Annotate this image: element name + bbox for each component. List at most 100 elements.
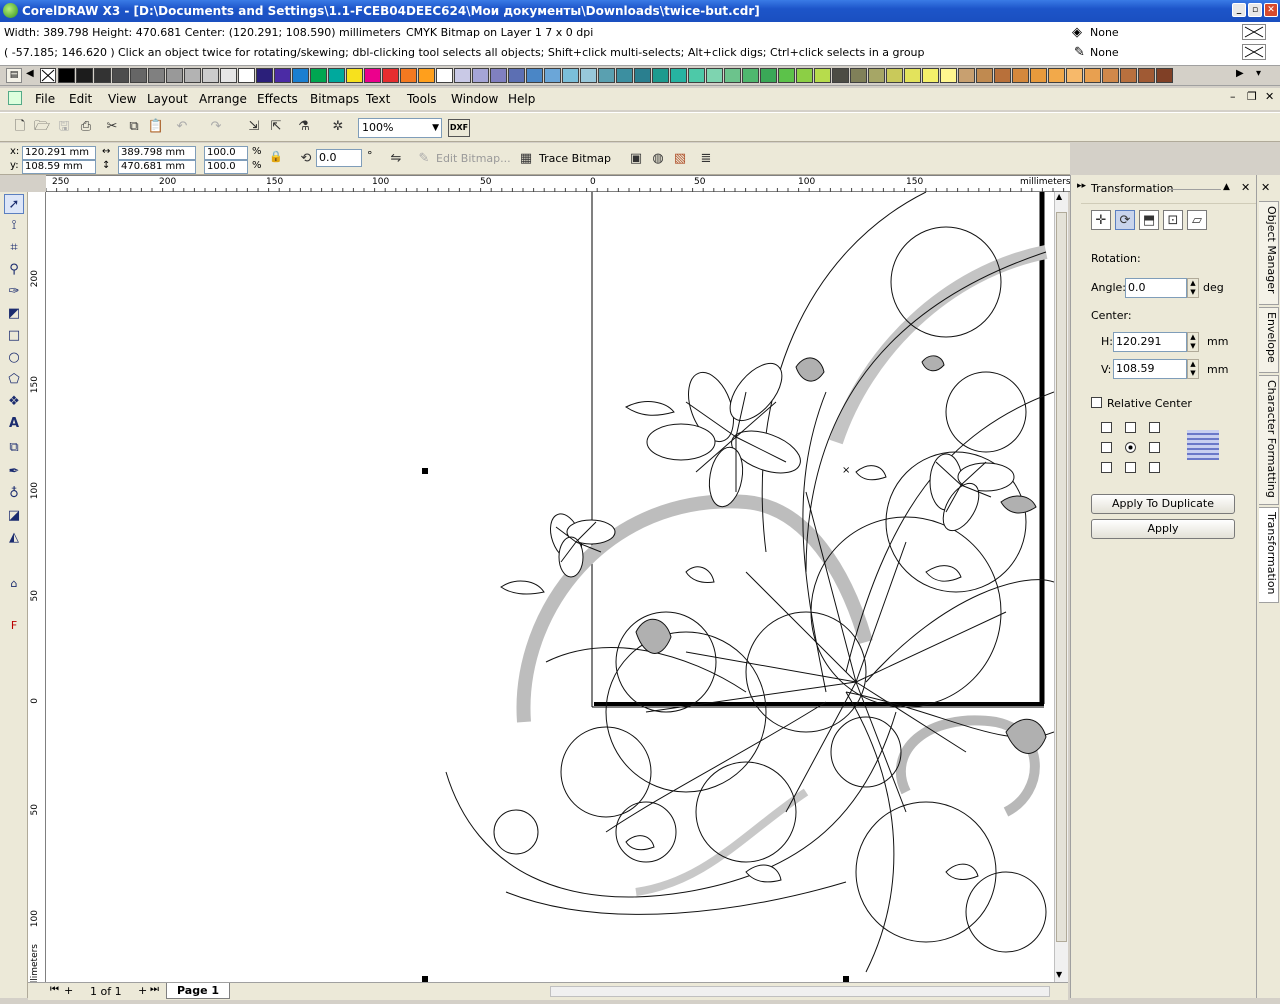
anchor-middle-right[interactable]: [1149, 442, 1160, 453]
trace-bitmap-button[interactable]: Trace Bitmap: [539, 152, 611, 165]
crop-tool-icon[interactable]: ⌗: [4, 238, 24, 258]
add-page-after-icon[interactable]: +: [138, 984, 147, 997]
menu-help[interactable]: Help: [508, 92, 535, 106]
palette-swatch[interactable]: [130, 68, 147, 83]
palette-swatch[interactable]: [1138, 68, 1155, 83]
palette-swatch[interactable]: [328, 68, 345, 83]
palette-swatch[interactable]: [598, 68, 615, 83]
crop-bitmap-icon[interactable]: ▣: [626, 149, 646, 169]
anchor-top-left[interactable]: [1101, 422, 1112, 433]
palette-swatch[interactable]: [238, 68, 255, 83]
palette-swatch[interactable]: [832, 68, 849, 83]
palette-scroll-left-icon[interactable]: ◀: [26, 68, 34, 79]
scale-x-input[interactable]: 100.0: [204, 146, 248, 160]
anchor-bottom-left[interactable]: [1101, 462, 1112, 473]
docker-collapse-icon[interactable]: ▲: [1223, 182, 1230, 192]
palette-swatch[interactable]: [526, 68, 543, 83]
horizontal-scrollbar[interactable]: [550, 986, 1050, 997]
palette-swatch[interactable]: [202, 68, 219, 83]
interactive-fill-tool-icon[interactable]: ◭: [4, 528, 24, 548]
doc-minimize-button[interactable]: –: [1230, 90, 1236, 103]
palette-swatch[interactable]: [562, 68, 579, 83]
palette-swatch[interactable]: [1066, 68, 1083, 83]
palette-swatch[interactable]: [454, 68, 471, 83]
polygon-tool-icon[interactable]: ⬠: [4, 370, 24, 390]
menu-text[interactable]: Text: [366, 92, 390, 106]
palette-expand-icon[interactable]: ▾: [1256, 68, 1261, 79]
text-tool-icon[interactable]: A: [4, 414, 24, 434]
minimize-button[interactable]: _: [1232, 3, 1246, 17]
center-v-spinner[interactable]: ▲ ▼: [1187, 359, 1199, 379]
palette-swatch[interactable]: [472, 68, 489, 83]
palette-swatch[interactable]: [166, 68, 183, 83]
paste-icon[interactable]: 📋: [146, 117, 166, 137]
menu-edit[interactable]: Edit: [69, 92, 92, 106]
zoom-tool-icon[interactable]: ⚲: [4, 260, 24, 280]
palette-swatch[interactable]: [724, 68, 741, 83]
palette-swatch[interactable]: [634, 68, 651, 83]
palette-swatch[interactable]: [544, 68, 561, 83]
fill-none-swatch[interactable]: [1242, 24, 1266, 40]
page-tab[interactable]: Page 1: [166, 983, 231, 999]
tab-envelope[interactable]: Envelope: [1259, 307, 1279, 373]
docker-arrow-icon[interactable]: ▸▸: [1077, 181, 1086, 191]
menu-window[interactable]: Window: [451, 92, 498, 106]
docker-tabs-close-button[interactable]: ✕: [1261, 181, 1270, 194]
vertical-scroll-thumb[interactable]: [1056, 212, 1067, 942]
fill-tool-icon[interactable]: ◪: [4, 506, 24, 526]
palette-swatch[interactable]: [310, 68, 327, 83]
palette-swatch[interactable]: [760, 68, 777, 83]
palette-swatch[interactable]: [814, 68, 831, 83]
menu-file[interactable]: File: [35, 92, 55, 106]
palette-swatch[interactable]: [742, 68, 759, 83]
tab-transformation[interactable]: Transformation: [1259, 507, 1279, 603]
fill-status[interactable]: None: [1090, 26, 1119, 39]
apply-to-duplicate-button[interactable]: Apply To Duplicate: [1091, 494, 1235, 514]
lock-ratio-icon[interactable]: 🔒: [266, 147, 286, 167]
palette-swatch[interactable]: [76, 68, 93, 83]
angle-spinner[interactable]: ▲ ▼: [1187, 278, 1199, 298]
import-icon[interactable]: ⇲: [244, 117, 264, 137]
export-icon[interactable]: ⇱: [266, 117, 286, 137]
palette-swatch[interactable]: [364, 68, 381, 83]
palette-swatch[interactable]: [940, 68, 957, 83]
palette-swatch[interactable]: [688, 68, 705, 83]
undo-icon[interactable]: ↶: [172, 117, 192, 137]
palette-swatch[interactable]: [1120, 68, 1137, 83]
anchor-middle-left[interactable]: [1101, 442, 1112, 453]
palette-swatch[interactable]: [418, 68, 435, 83]
palette-swatch[interactable]: [382, 68, 399, 83]
no-color-swatch[interactable]: [40, 68, 56, 83]
palette-swatch[interactable]: [652, 68, 669, 83]
scale-tab-icon[interactable]: ⬒: [1139, 210, 1159, 230]
center-h-input[interactable]: 120.291: [1113, 332, 1187, 352]
selection-handle[interactable]: [422, 468, 428, 474]
menu-arrange[interactable]: Arrange: [199, 92, 247, 106]
palette-swatch[interactable]: [94, 68, 111, 83]
outline-none-swatch[interactable]: [1242, 44, 1266, 60]
palette-swatch[interactable]: [1048, 68, 1065, 83]
corel-online-icon[interactable]: ✲: [328, 117, 348, 137]
object-x-input[interactable]: 120.291 mm: [22, 146, 96, 160]
tab-character-formatting[interactable]: Character Formatting: [1259, 375, 1279, 505]
palette-menu-icon[interactable]: ▤: [6, 68, 22, 83]
anchor-bottom-center[interactable]: [1125, 462, 1136, 473]
palette-swatch[interactable]: [400, 68, 417, 83]
palette-swatch[interactable]: [778, 68, 795, 83]
copy-icon[interactable]: ⧉: [124, 117, 144, 137]
resample-icon[interactable]: ◍: [648, 149, 668, 169]
print-icon[interactable]: ⎙: [76, 117, 96, 137]
freehand-tool-icon[interactable]: ✑: [4, 282, 24, 302]
palette-swatch[interactable]: [112, 68, 129, 83]
palette-swatch[interactable]: [292, 68, 309, 83]
scroll-up-icon[interactable]: ▲: [1056, 192, 1062, 201]
floral-bitmap[interactable]: ×: [46, 192, 1054, 982]
close-button[interactable]: ✕: [1264, 3, 1278, 17]
outline-tool-icon[interactable]: ♁: [4, 484, 24, 504]
redo-icon[interactable]: ↷: [206, 117, 226, 137]
doc-restore-button[interactable]: ❐: [1247, 90, 1257, 103]
palette-swatch[interactable]: [850, 68, 867, 83]
rotation-angle-input[interactable]: 0.0: [316, 149, 362, 167]
anchor-top-right[interactable]: [1149, 422, 1160, 433]
center-h-spinner[interactable]: ▲ ▼: [1187, 332, 1199, 352]
